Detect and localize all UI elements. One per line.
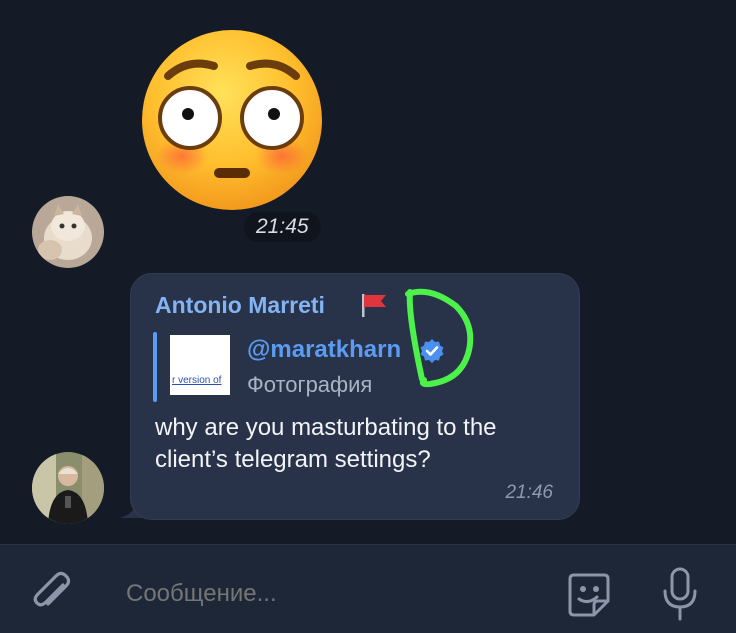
- reply-subtitle: Фотография: [247, 372, 373, 397]
- avatar[interactable]: [32, 452, 104, 524]
- message-timestamp: 21:46: [505, 482, 553, 503]
- reply-author: @maratkharn: [247, 336, 402, 363]
- flushed-face-sticker[interactable]: [140, 28, 324, 212]
- reply-preview[interactable]: r version of @maratkharn Фотография: [153, 332, 453, 402]
- paperclip-icon[interactable]: [30, 571, 76, 617]
- reply-thumbnail-text: r version of: [172, 375, 222, 386]
- avatar[interactable]: [32, 196, 104, 268]
- message-text: why are you masturbating to the client’s…: [155, 414, 497, 473]
- chat-area: 21:45 Antonio Marreti r version of @mara…: [0, 0, 736, 544]
- reply-thumbnail: r version of: [170, 335, 230, 395]
- sticker-timestamp: 21:45: [244, 212, 321, 242]
- red-flag-icon: [362, 294, 386, 317]
- message-input[interactable]: [124, 573, 528, 615]
- microphone-icon[interactable]: [660, 567, 700, 621]
- message-bubble[interactable]: Antonio Marreti r version of @maratkharn…: [130, 273, 580, 520]
- reply-bar: [153, 332, 157, 402]
- verified-badge-icon: [420, 339, 444, 363]
- sticker-face-icon[interactable]: [564, 569, 614, 619]
- message-input-bar: [0, 544, 736, 633]
- sender-name[interactable]: Antonio Marreti: [155, 292, 325, 319]
